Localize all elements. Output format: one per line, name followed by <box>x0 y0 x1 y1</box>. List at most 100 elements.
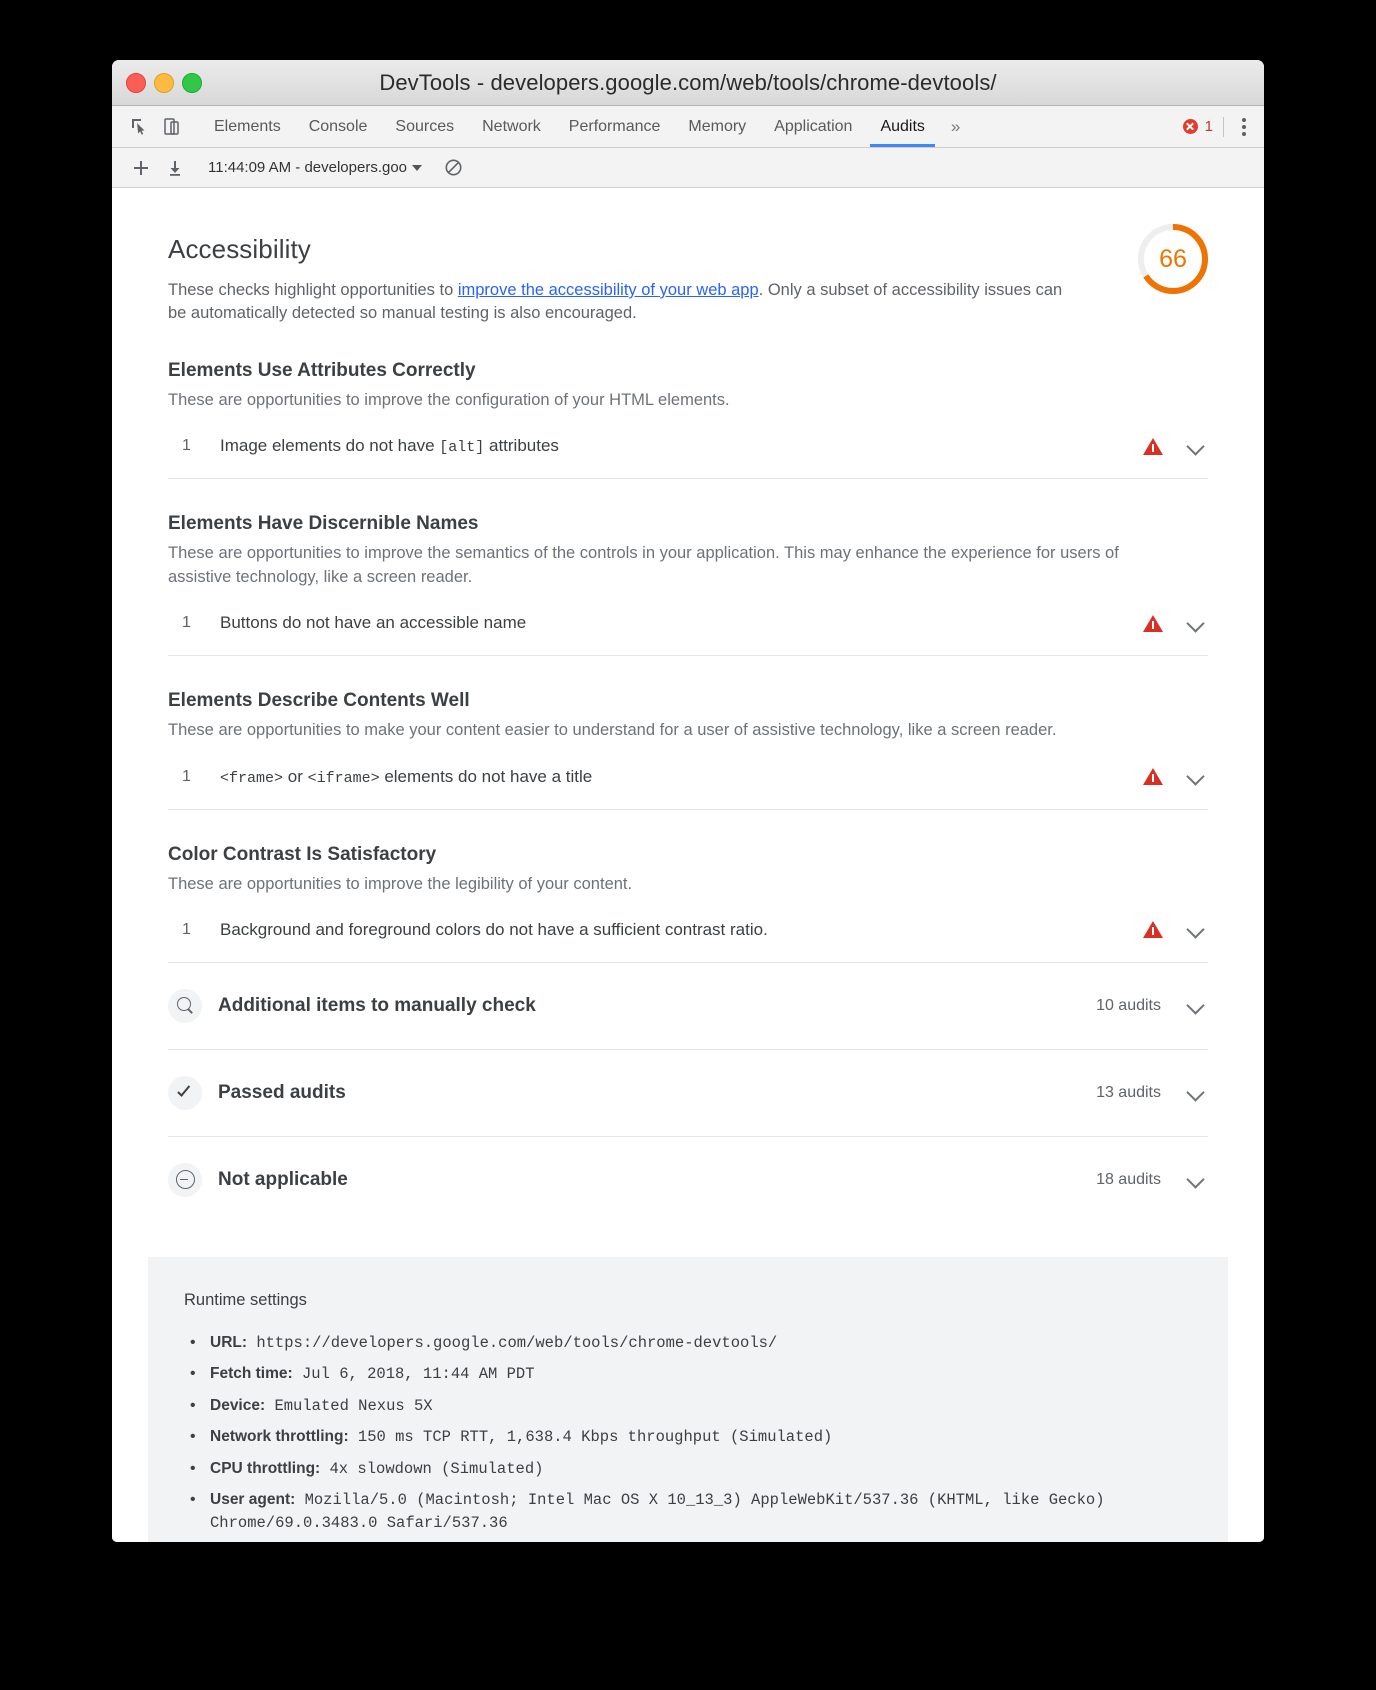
group-count: 13 audits <box>1096 1083 1161 1101</box>
chevron-down-icon[interactable] <box>1187 921 1204 938</box>
group-count: 18 audits <box>1096 1170 1161 1188</box>
chevron-down-icon[interactable] <box>1187 997 1204 1014</box>
list-item: URL: https://developers.google.com/web/t… <box>184 1331 1192 1355</box>
audit-code-2: <iframe> <box>307 769 380 787</box>
category-description: These checks highlight opportunities to … <box>168 279 1068 326</box>
section-title: Color Contrast Is Satisfactory <box>168 843 437 865</box>
audit-code: [alt] <box>439 439 485 457</box>
tab-network[interactable]: Network <box>468 106 555 147</box>
inspect-element-icon[interactable] <box>124 112 154 142</box>
accessibility-docs-link[interactable]: improve the accessibility of your web ap… <box>458 281 759 299</box>
audit-title: Buttons do not have an accessible name <box>220 613 527 633</box>
window-title: DevTools - developers.google.com/web/too… <box>379 69 997 95</box>
tab-console[interactable]: Console <box>295 106 382 147</box>
kebab-menu-icon[interactable] <box>1234 117 1254 136</box>
error-count-label: 1 <box>1204 118 1213 135</box>
runtime-settings-title: Runtime settings <box>184 1290 307 1309</box>
runtime-settings-panel: Runtime settings URL: https://developers… <box>148 1256 1228 1542</box>
category-desc-pre: These checks highlight opportunities to <box>168 281 458 299</box>
audit-sections: Elements Use Attributes Correctly These … <box>112 360 1264 1223</box>
error-count-badge[interactable]: 1 <box>1182 118 1213 135</box>
score-gauge: 66 <box>1134 220 1212 298</box>
section-title: Elements Use Attributes Correctly <box>168 359 476 381</box>
audit-title: <frame> or <iframe> elements do not have… <box>220 766 593 787</box>
audit-row[interactable]: 1 Background and foreground colors do no… <box>168 920 1208 963</box>
audit-count: 1 <box>182 614 191 632</box>
tab-sources[interactable]: Sources <box>381 106 468 147</box>
runtime-settings-list: URL: https://developers.google.com/web/t… <box>184 1331 1192 1534</box>
list-item: CPU throttling: 4x slowdown (Simulated) <box>184 1457 1192 1481</box>
section-description: These are opportunities to improve the l… <box>168 874 633 893</box>
chevron-down-icon[interactable] <box>1187 615 1204 632</box>
warning-icon <box>1143 614 1163 632</box>
section-description: These are opportunities to make your con… <box>168 721 1057 740</box>
devtools-tabs: Elements Console Sources Network Perform… <box>200 106 939 147</box>
audit-code: <frame> <box>220 769 284 787</box>
audit-group-contrast: Color Contrast Is Satisfactory These are… <box>168 844 1208 963</box>
check-icon <box>176 1083 195 1102</box>
import-audit-icon[interactable] <box>160 153 190 183</box>
audit-count: 1 <box>182 437 191 455</box>
audit-title: Background and foreground colors do not … <box>220 919 768 939</box>
check-icon-wrap <box>168 1075 202 1110</box>
list-item: Network throttling: 150 ms TCP RTT, 1,63… <box>184 1425 1192 1449</box>
warning-icon <box>1143 768 1163 786</box>
new-audit-icon[interactable] <box>126 153 156 183</box>
page-title: Accessibility <box>168 234 311 264</box>
audit-row[interactable]: 1 <frame> or <iframe> elements do not ha… <box>168 767 1208 810</box>
tab-audits[interactable]: Audits <box>866 106 938 147</box>
audit-row[interactable]: 1 Image elements do not have [alt] attri… <box>168 436 1208 480</box>
minimize-button[interactable] <box>154 72 174 93</box>
chevron-down-icon[interactable] <box>1187 1084 1204 1101</box>
tab-elements[interactable]: Elements <box>200 106 295 147</box>
close-button[interactable] <box>126 72 146 93</box>
audit-row[interactable]: 1 Buttons do not have an accessible name <box>168 613 1208 657</box>
audits-toolbar: 11:44:09 AM - developers.goo <box>112 148 1264 188</box>
device-toolbar-icon[interactable] <box>156 112 186 142</box>
group-count: 10 audits <box>1096 996 1161 1014</box>
group-label: Not applicable <box>218 1168 348 1190</box>
warning-icon <box>1143 437 1163 455</box>
clear-audits-icon[interactable] <box>438 153 468 183</box>
section-description: These are opportunities to improve the s… <box>168 544 1119 586</box>
audit-title: Image elements do not have [alt] attribu… <box>220 436 559 457</box>
devtools-tool-buttons <box>112 106 192 147</box>
window-titlebar: DevTools - developers.google.com/web/too… <box>112 60 1264 106</box>
section-title: Elements Describe Contents Well <box>168 690 470 712</box>
zoom-button[interactable] <box>182 72 202 93</box>
lighthouse-report: Accessibility These checks highlight opp… <box>112 188 1264 1542</box>
window-controls <box>126 72 202 93</box>
search-icon <box>176 997 194 1014</box>
error-icon <box>1182 119 1198 134</box>
audit-group-names: Elements Have Discernible Names These ar… <box>168 513 1208 657</box>
audit-group-attributes: Elements Use Attributes Correctly These … <box>168 359 1208 480</box>
chevron-down-icon[interactable] <box>1187 438 1204 455</box>
tabstrip-right-controls: 1 <box>1182 106 1264 147</box>
tab-application[interactable]: Application <box>760 106 866 147</box>
devtools-tabstrip: Elements Console Sources Network Perform… <box>112 106 1264 148</box>
group-not-applicable[interactable]: Not applicable 18 audits <box>168 1137 1208 1223</box>
list-item: Device: Emulated Nexus 5X <box>184 1394 1192 1418</box>
screenshot-root: DevTools - developers.google.com/web/too… <box>0 0 1376 1690</box>
group-passed-audits[interactable]: Passed audits 13 audits <box>168 1050 1208 1137</box>
audit-group-contents: Elements Describe Contents Well These ar… <box>168 690 1208 810</box>
tab-performance[interactable]: Performance <box>555 106 675 147</box>
search-icon-wrap <box>168 988 202 1023</box>
audit-count: 1 <box>182 920 191 938</box>
audit-run-selector[interactable]: 11:44:09 AM - developers.goo <box>208 159 423 176</box>
minus-circle-icon <box>175 1170 195 1190</box>
list-item: User agent: Mozilla/5.0 (Macintosh; Inte… <box>184 1488 1192 1534</box>
devtools-window: DevTools - developers.google.com/web/too… <box>112 60 1264 1542</box>
more-tabs-icon[interactable]: » <box>939 106 972 147</box>
audit-run-label: 11:44:09 AM - developers.goo <box>208 159 408 176</box>
warning-icon <box>1143 921 1163 939</box>
chevron-down-icon[interactable] <box>1187 768 1204 785</box>
chevron-down-icon[interactable] <box>1187 1171 1204 1188</box>
chevron-down-icon <box>412 164 423 171</box>
tab-memory[interactable]: Memory <box>674 106 760 147</box>
group-manual-checks[interactable]: Additional items to manually check 10 au… <box>168 963 1208 1050</box>
list-item: Fetch time: Jul 6, 2018, 11:44 AM PDT <box>184 1362 1192 1386</box>
group-label: Passed audits <box>218 1081 346 1103</box>
group-label: Additional items to manually check <box>218 994 536 1016</box>
minus-circle-icon-wrap <box>168 1162 202 1197</box>
